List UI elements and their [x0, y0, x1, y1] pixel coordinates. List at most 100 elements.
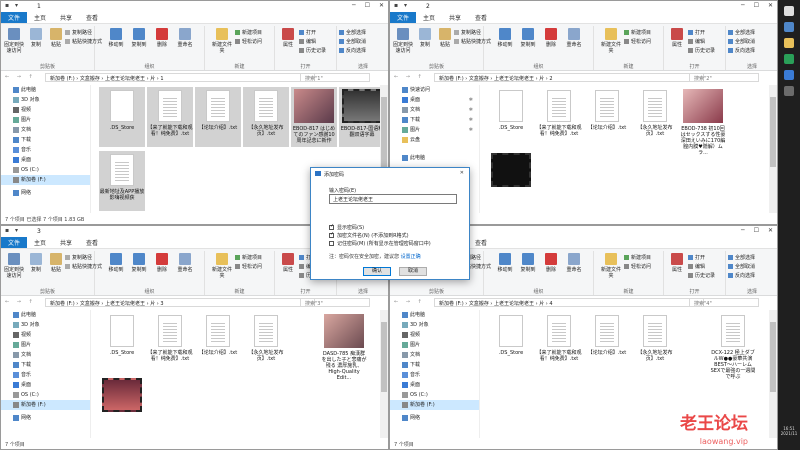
- file-item[interactable]: 【论坛介绍】.txt: [584, 87, 630, 147]
- nav-images[interactable]: 图片: [1, 115, 90, 125]
- address-bar[interactable]: 新加卷 (F:) › 文盒搬存 › 上老王论坛佬老王 › 片 › 1: [45, 73, 315, 82]
- rename-button[interactable]: 重命名: [563, 28, 585, 48]
- open-button[interactable]: 打开: [688, 255, 705, 261]
- delete-button[interactable]: 删除: [540, 253, 562, 273]
- nav-pictures[interactable]: 图片 ✱: [390, 125, 479, 135]
- file-item[interactable]: 【来了就能下载和观看！纯免费】.txt: [536, 312, 582, 372]
- copy-to-button[interactable]: 复制到: [517, 28, 539, 48]
- nav-this-pc[interactable]: 此电脑: [1, 85, 90, 95]
- copy-path-button[interactable]: 复制路径: [65, 30, 92, 36]
- edit-button[interactable]: 编辑: [688, 264, 705, 270]
- nav-quick-access[interactable]: 快速访问: [390, 85, 479, 95]
- nav-music[interactable]: 音乐: [1, 370, 90, 380]
- select-all-button[interactable]: 全部选择: [728, 30, 755, 36]
- folder-icon[interactable]: [784, 38, 794, 48]
- pin-button[interactable]: 固定到快速访问: [392, 28, 414, 54]
- tab-home[interactable]: 主页: [416, 12, 442, 23]
- tab-view[interactable]: 查看: [79, 237, 105, 248]
- browser-icon[interactable]: [784, 70, 794, 80]
- file-item[interactable]: EBOD-817 はじめてのファン感謝10周年記念に新作: [291, 87, 337, 147]
- search-input[interactable]: 搜索"1": [300, 73, 370, 82]
- nav-desktop[interactable]: 桌面: [1, 380, 90, 390]
- search-input[interactable]: 搜索"2": [689, 73, 759, 82]
- nav-downloads[interactable]: 下载 ✱: [390, 115, 479, 125]
- paste-button[interactable]: 粘贴: [45, 28, 67, 48]
- pin-button[interactable]: 固定到快速访问: [3, 28, 25, 54]
- nav-new-volume[interactable]: 新加卷 (F:): [1, 400, 90, 410]
- quick-access-toolbar[interactable]: ▪ ▾: [394, 2, 409, 9]
- file-item[interactable]: 【永久地址发布页】.txt: [632, 312, 678, 372]
- select-all-button[interactable]: 全部选择: [728, 255, 755, 261]
- quick-access-toolbar[interactable]: ▪ ▾: [5, 2, 20, 9]
- move-to-button[interactable]: 移动到: [494, 253, 516, 273]
- tab-share[interactable]: 共享: [442, 12, 468, 23]
- new-folder-button[interactable]: 新建文件夹: [211, 253, 233, 279]
- password-input[interactable]: 上老王论坛佬老王: [329, 194, 457, 204]
- file-item[interactable]: EBOD-738 初10回はセックスする性豪 深田えいみに170編膣内膜♥隠解）…: [680, 87, 726, 156]
- new-item-button[interactable]: 新建项目: [624, 30, 651, 36]
- move-to-button[interactable]: 移动到: [105, 28, 127, 48]
- easy-access-button[interactable]: 轻松访问: [624, 39, 651, 45]
- scrollbar[interactable]: [769, 85, 777, 213]
- tab-share[interactable]: 共享: [53, 12, 79, 23]
- file-item[interactable]: 【来了就能下载和观看！纯免费】.txt: [147, 87, 193, 147]
- tab-view[interactable]: 查看: [79, 12, 105, 23]
- window-controls[interactable]: ─ ☐ ✕: [352, 2, 384, 9]
- easy-access-button[interactable]: 轻松访问: [624, 264, 651, 270]
- nav-onedrive[interactable]: 云盘: [390, 135, 479, 145]
- window-controls[interactable]: ─ ☐ ✕: [741, 2, 773, 9]
- file-item[interactable]: 【论坛介绍】.txt: [584, 312, 630, 372]
- new-folder-button[interactable]: 新建文件夹: [600, 28, 622, 54]
- nav-arrows[interactable]: ← → ↑: [5, 299, 36, 305]
- nav-images[interactable]: 图片: [1, 340, 90, 350]
- paste-button[interactable]: 粘贴: [434, 28, 456, 48]
- easy-access-button[interactable]: 轻松访问: [235, 39, 262, 45]
- select-none-button[interactable]: 全部取消: [728, 39, 755, 45]
- nav-images[interactable]: 图片: [390, 340, 479, 350]
- note-link[interactable]: 设置正确: [401, 254, 421, 260]
- move-to-button[interactable]: 移动到: [105, 253, 127, 273]
- scrollbar[interactable]: [769, 310, 777, 438]
- history-button[interactable]: 历史记录: [688, 48, 715, 54]
- file-item[interactable]: 【永久地址发布页】.txt: [243, 312, 289, 372]
- properties-button[interactable]: 属性: [666, 253, 688, 273]
- copy-to-button[interactable]: 复制到: [128, 28, 150, 48]
- new-folder-button[interactable]: 新建文件夹: [600, 253, 622, 279]
- nav-music[interactable]: 音乐: [390, 370, 479, 380]
- address-bar[interactable]: 新加卷 (F:) › 文盒搬存 › 上老王论坛佬老王 › 片 › 3: [45, 298, 315, 307]
- history-button[interactable]: 历史记录: [688, 273, 715, 279]
- nav-os-drive[interactable]: OS (C:): [1, 390, 90, 400]
- tab-view[interactable]: 查看: [468, 237, 494, 248]
- wechat-icon[interactable]: [784, 54, 794, 64]
- move-to-button[interactable]: 移动到: [494, 28, 516, 48]
- nav-3d-objects[interactable]: 3D 对象: [1, 320, 90, 330]
- properties-button[interactable]: 属性: [277, 28, 299, 48]
- select-none-button[interactable]: 全部取消: [728, 264, 755, 270]
- tab-home[interactable]: 主页: [27, 12, 53, 23]
- file-item[interactable]: [488, 151, 534, 211]
- nav-arrows[interactable]: ← → ↑: [5, 74, 36, 80]
- tab-home[interactable]: 主页: [27, 237, 53, 248]
- clock[interactable]: 16:51 2021/11: [779, 426, 799, 436]
- nav-network[interactable]: 网络: [390, 413, 479, 423]
- close-icon[interactable]: ✕: [460, 170, 464, 176]
- nav-documents[interactable]: 文档 ✱: [390, 105, 479, 115]
- tab-file[interactable]: 文件: [390, 12, 417, 23]
- nav-desktop[interactable]: 桌面: [1, 155, 90, 165]
- new-item-button[interactable]: 新建项目: [235, 30, 262, 36]
- nav-documents[interactable]: 文档: [390, 350, 479, 360]
- quick-access-toolbar[interactable]: ▪ ▾: [5, 227, 20, 234]
- copy-to-button[interactable]: 复制到: [517, 253, 539, 273]
- nav-this-pc[interactable]: 此电脑: [1, 310, 90, 320]
- nav-downloads[interactable]: 下载: [390, 360, 479, 370]
- nav-desktop[interactable]: 桌面 ✱: [390, 95, 479, 105]
- nav-this-pc[interactable]: 此电脑: [390, 153, 479, 163]
- select-all-button[interactable]: 全部选择: [339, 30, 366, 36]
- new-item-button[interactable]: 新建项目: [624, 255, 651, 261]
- nav-arrows[interactable]: ← → ↑: [394, 74, 425, 80]
- tab-view[interactable]: 查看: [468, 12, 494, 23]
- copy-button[interactable]: 复制: [25, 253, 47, 273]
- nav-network[interactable]: 网络: [1, 413, 90, 423]
- file-item[interactable]: 【永久地址发布页】.txt: [243, 87, 289, 147]
- nav-videos[interactable]: 视频: [1, 330, 90, 340]
